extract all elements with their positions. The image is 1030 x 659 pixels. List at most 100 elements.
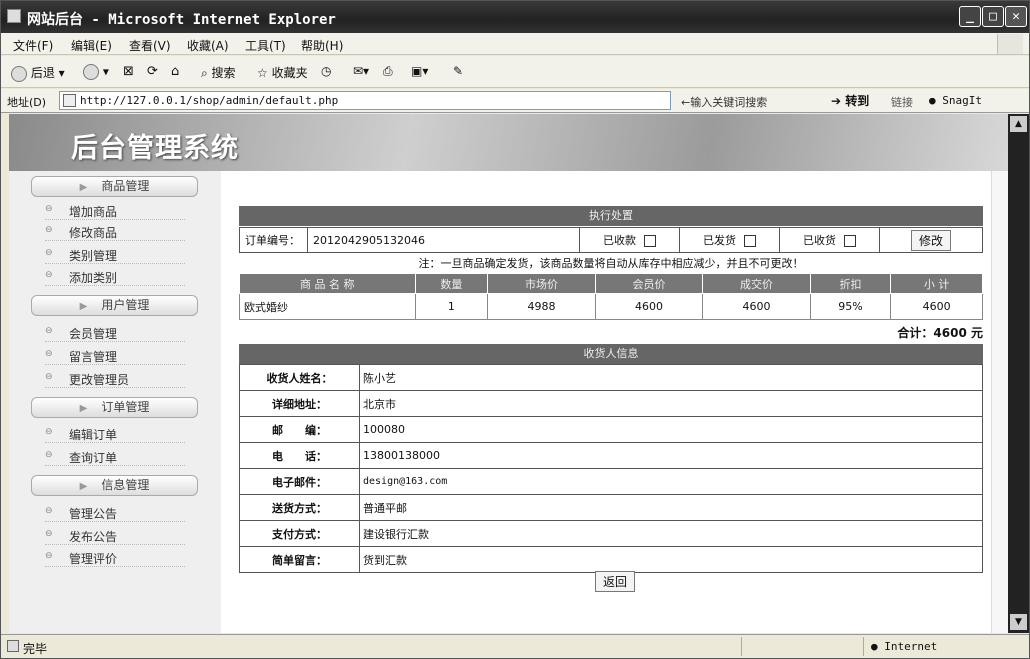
menu-help[interactable]: 帮助(H) xyxy=(301,37,343,54)
shipped-checkbox[interactable] xyxy=(744,235,756,247)
page-scrollbar[interactable]: ▲ ▼ xyxy=(1008,114,1029,633)
recipient-label: 电 话： xyxy=(239,442,360,469)
window-title: 网站后台 - Microsoft Internet Explorer xyxy=(27,12,336,28)
scroll-up-icon[interactable]: ▲ xyxy=(1010,116,1027,132)
search-label: 搜索 xyxy=(211,66,236,80)
cell-discount: 95% xyxy=(809,293,892,320)
nav-item-edit-product[interactable]: ⊖ 修改商品 xyxy=(45,223,185,241)
address-url: http://127.0.0.1/shop/admin/default.php xyxy=(80,94,339,107)
refresh-icon[interactable]: ⟳ xyxy=(147,64,158,79)
recipient-label: 电子邮件： xyxy=(239,468,360,495)
scroll-down-icon[interactable]: ▼ xyxy=(1010,614,1027,630)
history-icon[interactable]: ◷ xyxy=(321,64,331,78)
back-arrow-icon xyxy=(11,65,27,82)
forward-arrow-icon xyxy=(83,64,99,80)
nav-item-category-manage[interactable]: ⊖ 类别管理 xyxy=(45,246,185,264)
cell-quantity: 1 xyxy=(414,293,489,320)
minimize-button[interactable]: _ xyxy=(959,6,981,27)
messenger-icon[interactable]: ✎ xyxy=(453,64,463,78)
nav-header-orders[interactable]: ▶ 订单管理 xyxy=(31,397,198,418)
table-row: 电 话： 13800138000 xyxy=(239,442,983,469)
browser-window: 网站后台 - Microsoft Internet Explorer _ □ ✕… xyxy=(0,0,1030,659)
edit-icon[interactable]: ▣▾ xyxy=(411,64,428,78)
table-row: 电子邮件： design@163.com xyxy=(239,468,983,495)
received-checkbox[interactable] xyxy=(844,235,856,247)
nav-item-label: 会员管理 xyxy=(69,327,118,341)
nav-item-add-product[interactable]: ⊖ 增加商品 xyxy=(45,202,185,220)
menu-view[interactable]: 查看(V) xyxy=(129,37,171,54)
page-icon xyxy=(63,94,76,107)
nav-item-label: 更改管理员 xyxy=(69,373,130,387)
status-text: 完毕 xyxy=(23,642,48,656)
menu-tools[interactable]: 工具(T) xyxy=(245,37,286,54)
cell-member-price: 4600 xyxy=(594,293,704,320)
triangle-icon: ▶ xyxy=(79,481,88,492)
recipient-label: 支付方式： xyxy=(239,520,360,547)
nav-item-change-admin[interactable]: ⊖ 更改管理员 xyxy=(45,370,185,388)
col-deal-price: 成交价 xyxy=(702,273,811,294)
back-button[interactable]: 后退 ▾ xyxy=(11,64,65,82)
modify-button[interactable]: 修改 xyxy=(910,229,951,251)
nav-header-products[interactable]: ▶ 商品管理 xyxy=(31,176,198,197)
nav-item-label: 管理评价 xyxy=(69,552,118,566)
nav-item-edit-order[interactable]: ⊖ 编辑订单 xyxy=(45,425,185,443)
links-button[interactable]: 链接 xyxy=(891,94,913,110)
back-button[interactable]: 返回 xyxy=(595,571,636,592)
items-header-row: 商 品 名 称 数量 市场价 会员价 成交价 折扣 小 计 xyxy=(239,273,983,294)
bullet-icon: ⊖ xyxy=(45,349,53,359)
items-table: 商 品 名 称 数量 市场价 会员价 成交价 折扣 小 计 欧式婚纱 1 498… xyxy=(239,273,983,320)
keyword-search-hint[interactable]: ←输入关键词搜索 xyxy=(681,94,767,110)
favorites-button[interactable]: ☆ 收藏夹 xyxy=(257,64,308,81)
nav-item-manage-notice[interactable]: ⊖ 管理公告 xyxy=(45,504,185,522)
received-label: 已收货 xyxy=(803,234,836,247)
nav-header-info[interactable]: ▶ 信息管理 xyxy=(31,475,198,496)
admin-banner: 后台管理系统 xyxy=(9,114,1008,171)
recipient-value: 普通平邮 xyxy=(359,494,983,521)
inner-scrollbar[interactable] xyxy=(991,171,1008,633)
windows-logo-icon xyxy=(997,34,1023,54)
recipient-value: 北京市 xyxy=(359,390,983,417)
close-button[interactable]: ✕ xyxy=(1005,6,1027,27)
snagit-button[interactable]: ● SnagIt xyxy=(929,94,982,107)
bullet-icon: ⊖ xyxy=(45,270,53,280)
stop-icon[interactable]: ⊠ xyxy=(123,64,134,79)
paid-checkbox[interactable] xyxy=(644,235,656,247)
nav-item-members[interactable]: ⊖ 会员管理 xyxy=(45,324,185,342)
page-content: 后台管理系统 ▶ 商品管理 ⊖ 增加商品 ⊖ 修改商品 ⊖ 类别管理 ⊖ 添加类别 ▶ 用户… xyxy=(9,114,1008,633)
nav-item-messages[interactable]: ⊖ 留言管理 xyxy=(45,347,185,365)
cell-market-price: 4988 xyxy=(487,293,596,320)
go-button[interactable]: ➔ 转到 xyxy=(831,92,869,109)
admin-title: 后台管理系统 xyxy=(71,133,239,164)
nav-item-label: 类别管理 xyxy=(69,249,118,263)
shipped-cell: 已发货 xyxy=(679,227,780,253)
menu-file[interactable]: 文件(F) xyxy=(13,37,53,54)
home-icon[interactable]: ⌂ xyxy=(171,64,179,79)
nav-item-label: 添加类别 xyxy=(69,271,118,285)
recipient-label: 详细地址： xyxy=(239,390,360,417)
forward-button[interactable]: ▾ xyxy=(83,64,109,80)
nav-item-query-order[interactable]: ⊖ 查询订单 xyxy=(45,448,185,466)
nav-item-label: 编辑订单 xyxy=(69,428,118,442)
nav-item-add-category[interactable]: ⊖ 添加类别 xyxy=(45,268,185,286)
nav-header-users[interactable]: ▶ 用户管理 xyxy=(31,295,198,316)
search-button[interactable]: ⌕ 搜索 xyxy=(201,64,236,81)
table-row: 支付方式： 建设银行汇款 xyxy=(239,520,983,547)
print-icon[interactable]: ⎙ xyxy=(383,64,393,79)
address-input[interactable]: http://127.0.0.1/shop/admin/default.php xyxy=(59,91,671,110)
nav-header-label: 用户管理 xyxy=(101,298,150,312)
table-row: 邮 编： 100080 xyxy=(239,416,983,443)
back-label: 后退 xyxy=(30,66,55,80)
table-row: 简单留言： 货到汇款 xyxy=(239,546,983,573)
recipient-label: 邮 编： xyxy=(239,416,360,443)
menu-favorites[interactable]: 收藏(A) xyxy=(187,37,229,54)
nav-item-manage-reviews[interactable]: ⊖ 管理评价 xyxy=(45,549,185,567)
bullet-icon: ⊖ xyxy=(45,427,53,437)
nav-item-publish-notice[interactable]: ⊖ 发布公告 xyxy=(45,527,185,545)
snagit-label: SnagIt xyxy=(942,94,982,107)
mail-icon[interactable]: ✉▾ xyxy=(353,64,369,78)
maximize-button[interactable]: □ xyxy=(982,6,1004,27)
recipient-label: 简单留言： xyxy=(239,546,360,573)
menu-edit[interactable]: 编辑(E) xyxy=(71,37,112,54)
title-bar: 网站后台 - Microsoft Internet Explorer _ □ ✕ xyxy=(1,1,1029,33)
nav-item-label: 增加商品 xyxy=(69,205,118,219)
